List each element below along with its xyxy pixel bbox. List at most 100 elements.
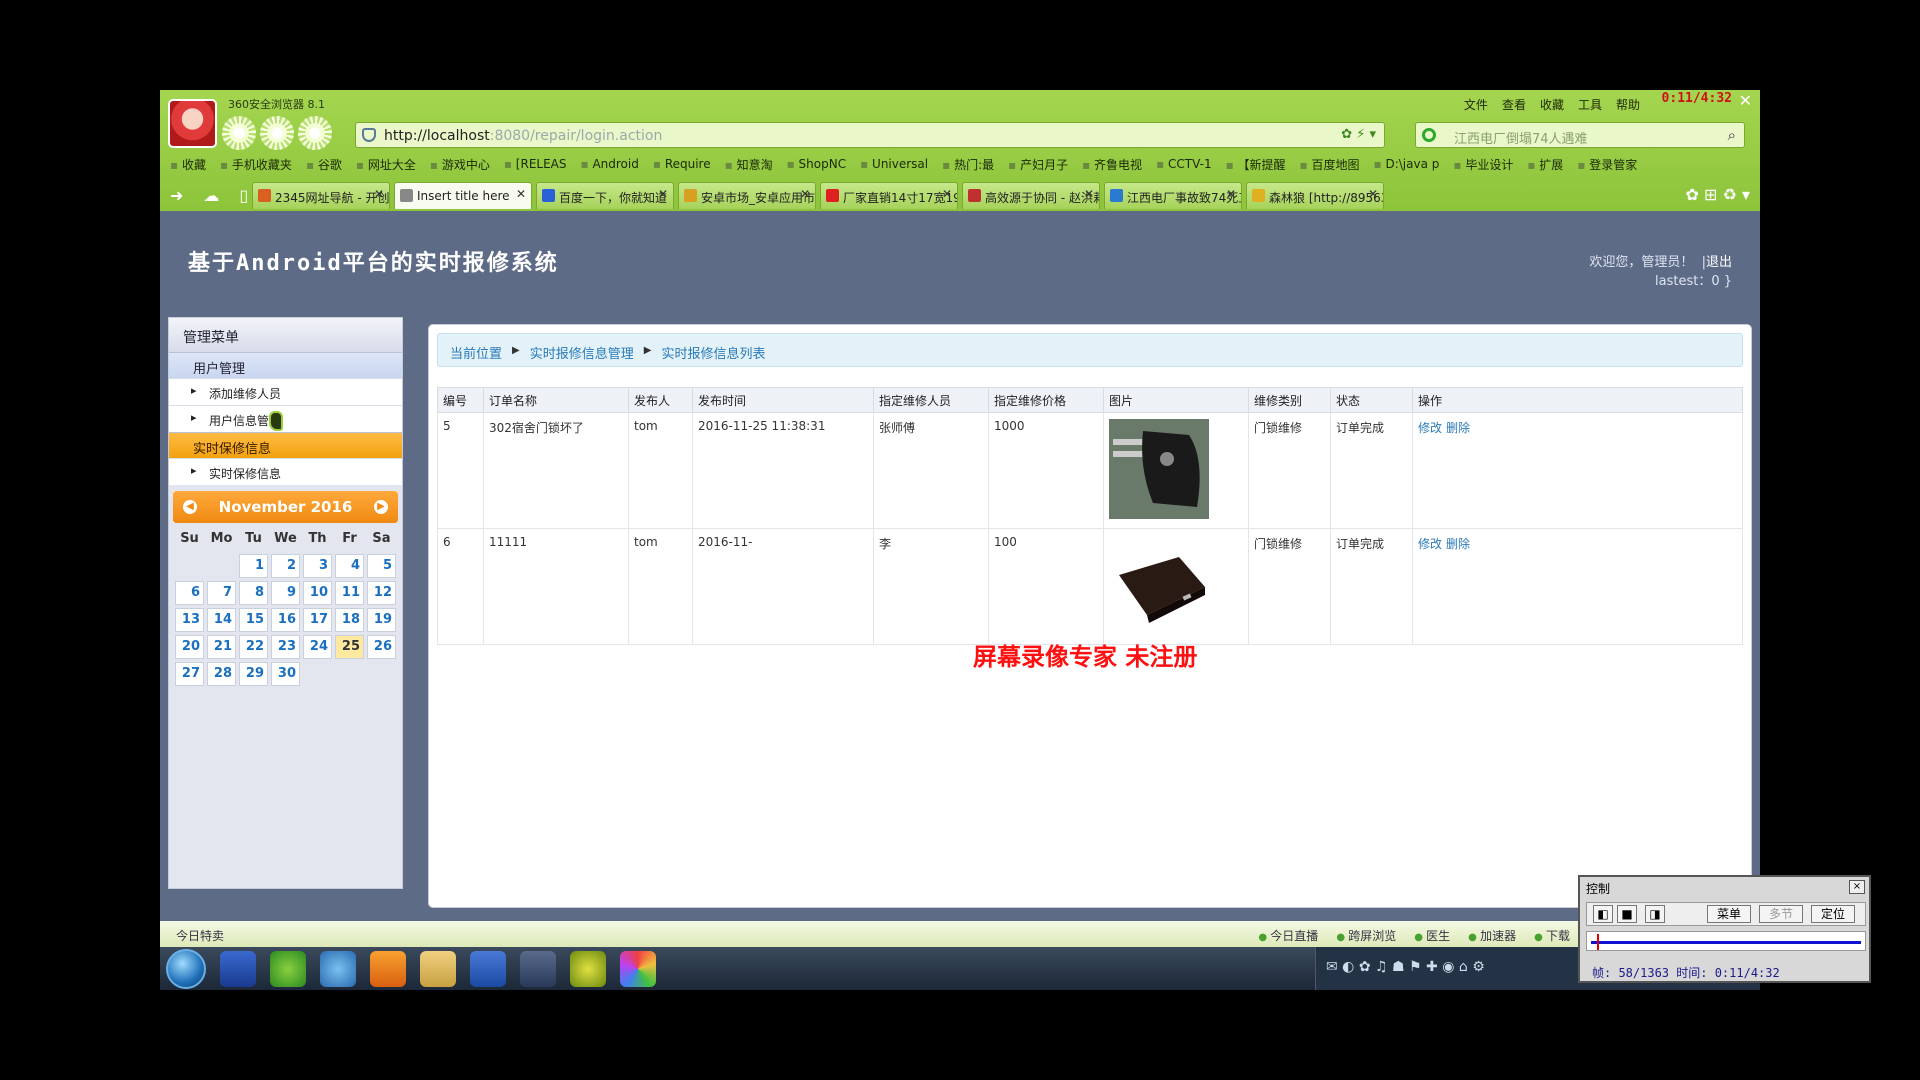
calendar-day[interactable]: 6: [175, 581, 204, 605]
browser-menu-item[interactable]: 帮助: [1616, 96, 1640, 113]
forward-icon[interactable]: ➜: [170, 186, 183, 205]
sidebar-item-add-repairer[interactable]: 添加维修人员: [169, 378, 402, 405]
search-engine-icon[interactable]: [1422, 128, 1436, 142]
prev-month-icon[interactable]: ◀: [183, 500, 197, 514]
bookmark-item[interactable]: 毕业设计: [1453, 156, 1513, 173]
bookmark-item[interactable]: 热门:最: [942, 156, 994, 173]
calendar-day[interactable]: 22: [239, 635, 268, 659]
rec-menu-button[interactable]: 菜单: [1707, 905, 1751, 923]
bookmark-item[interactable]: CCTV-1: [1156, 157, 1212, 171]
next-month-icon[interactable]: ▶: [374, 500, 388, 514]
photos-icon[interactable]: [620, 951, 656, 987]
rec-multi-button[interactable]: 多节: [1759, 905, 1803, 923]
flower-icon[interactable]: [222, 116, 256, 150]
bookmark-item[interactable]: Require: [653, 157, 711, 171]
sidebar-item-repair-info[interactable]: 实时保修信息: [169, 458, 402, 485]
rec-prev-icon[interactable]: ◧: [1593, 905, 1613, 923]
bookmark-item[interactable]: Universal: [860, 157, 928, 171]
word-icon[interactable]: [470, 951, 506, 987]
folder-icon[interactable]: [420, 951, 456, 987]
calendar-day[interactable]: 14: [207, 608, 236, 632]
tabbar-tools[interactable]: ✿ ⊞ ♻ ▾: [1686, 185, 1750, 204]
edit-link[interactable]: 修改: [1418, 537, 1442, 551]
bookmark-item[interactable]: 扩展: [1527, 156, 1563, 173]
phone-icon[interactable]: ▯: [239, 186, 248, 205]
calendar-day[interactable]: 9: [271, 581, 300, 605]
start-button[interactable]: [166, 949, 206, 989]
breadcrumb-repair-list[interactable]: 实时报修信息列表: [661, 343, 765, 362]
breadcrumb-repair-management[interactable]: 实时报修信息管理: [530, 343, 634, 362]
tab-close-icon[interactable]: ✕: [1368, 187, 1378, 201]
delete-link[interactable]: 删除: [1446, 537, 1470, 551]
bookmark-item[interactable]: 手机收藏夹: [220, 156, 292, 173]
bookmark-item[interactable]: 百度地图: [1300, 156, 1360, 173]
bookmark-item[interactable]: 知意淘: [725, 156, 773, 173]
sidebar-group-user-management[interactable]: 用户管理: [169, 352, 402, 378]
calendar-day[interactable]: 7: [207, 581, 236, 605]
tab-close-icon[interactable]: ✕: [1226, 187, 1236, 201]
calendar-day[interactable]: 11: [335, 581, 364, 605]
calendar-day[interactable]: 3: [303, 554, 332, 578]
browser-menu-item[interactable]: 文件: [1464, 96, 1488, 113]
calendar-day[interactable]: 8: [239, 581, 268, 605]
calendar-day[interactable]: 16: [271, 608, 300, 632]
calendar-day[interactable]: 18: [335, 608, 364, 632]
flower-icon[interactable]: [260, 116, 294, 150]
bookmark-item[interactable]: 游戏中心: [430, 156, 490, 173]
address-bar-icons[interactable]: ✿ ⚡ ▾: [1341, 127, 1376, 142]
bookmark-item[interactable]: 谷歌: [306, 156, 342, 173]
cloud-icon[interactable]: ☁: [203, 186, 219, 205]
status-tool[interactable]: 跨屏浏览: [1336, 927, 1396, 944]
bookmark-item[interactable]: 【新提醒: [1226, 156, 1286, 173]
tray-icons[interactable]: ✉ ◐ ✿ ♫ ☗ ⚑ ✚ ◉ ⌂ ⚙: [1326, 959, 1485, 975]
browser-tab[interactable]: 2345网址导航 - 开创中 ✕: [252, 182, 390, 209]
browser-tab[interactable]: 安卓市场_安卓应用市场 ✕: [678, 182, 816, 209]
browser-tab[interactable]: 高效源于协同 - 赵洪莉 ✕: [962, 182, 1100, 209]
calendar-day[interactable]: 23: [271, 635, 300, 659]
tab-close-icon[interactable]: ✕: [1084, 187, 1094, 201]
browser-tab[interactable]: Insert title here ✕: [394, 182, 532, 209]
json-tool-icon[interactable]: [570, 951, 606, 987]
bookmark-item[interactable]: 产妇月子: [1008, 156, 1068, 173]
status-today-deals[interactable]: 今日特卖: [176, 927, 224, 944]
calendar-day[interactable]: 26: [367, 635, 396, 659]
bookmark-item[interactable]: 登录管家: [1577, 156, 1637, 173]
calendar-day[interactable]: 24: [303, 635, 332, 659]
calendar-day[interactable]: 13: [175, 608, 204, 632]
calendar-day[interactable]: 5: [367, 554, 396, 578]
outlook-icon[interactable]: [370, 951, 406, 987]
user-avatar[interactable]: [168, 99, 217, 148]
calendar-day[interactable]: 28: [207, 662, 236, 686]
calendar-day[interactable]: 10: [303, 581, 332, 605]
bookmark-item[interactable]: [RELEAS: [504, 157, 567, 171]
tab-close-icon[interactable]: ✕: [800, 187, 810, 201]
sidebar-item-user-info[interactable]: 用户信息管理: [169, 405, 402, 432]
browser-menu-item[interactable]: 工具: [1578, 96, 1602, 113]
bookmark-item[interactable]: Android: [581, 157, 638, 171]
status-tool[interactable]: 下载: [1534, 927, 1570, 944]
calendar-day[interactable]: 4: [335, 554, 364, 578]
browser-menu-item[interactable]: 查看: [1502, 96, 1526, 113]
rec-stop-icon[interactable]: ■: [1617, 905, 1637, 923]
calendar-day[interactable]: 2: [271, 554, 300, 578]
window-close-icon[interactable]: ✕: [1739, 91, 1752, 110]
status-tool[interactable]: 今日直播: [1258, 927, 1318, 944]
edit-link[interactable]: 修改: [1418, 421, 1442, 435]
browser-tab[interactable]: 森林狼 [http://8956311✕: [1246, 182, 1384, 209]
bookmark-item[interactable]: ShopNC: [787, 157, 847, 171]
bookmark-item[interactable]: 收藏: [170, 156, 206, 173]
calendar-day[interactable]: 20: [175, 635, 204, 659]
calendar-day[interactable]: 21: [207, 635, 236, 659]
search-icon[interactable]: ⌕: [1728, 126, 1736, 144]
browser-360-icon[interactable]: [270, 951, 306, 987]
delete-link[interactable]: 删除: [1446, 421, 1470, 435]
tab-close-icon[interactable]: ✕: [942, 187, 952, 201]
network-icon[interactable]: [320, 951, 356, 987]
browser-menu-item[interactable]: 收藏: [1540, 96, 1564, 113]
rec-locate-button[interactable]: 定位: [1811, 905, 1855, 923]
calendar-day[interactable]: 27: [175, 662, 204, 686]
rec-next-icon[interactable]: ◨: [1645, 905, 1665, 923]
address-bar[interactable]: http://localhost:8080/repair/login.actio…: [355, 122, 1385, 148]
browser-tab[interactable]: 百度一下，你就知道 ✕: [536, 182, 674, 209]
calendar-day[interactable]: 25: [335, 635, 364, 659]
